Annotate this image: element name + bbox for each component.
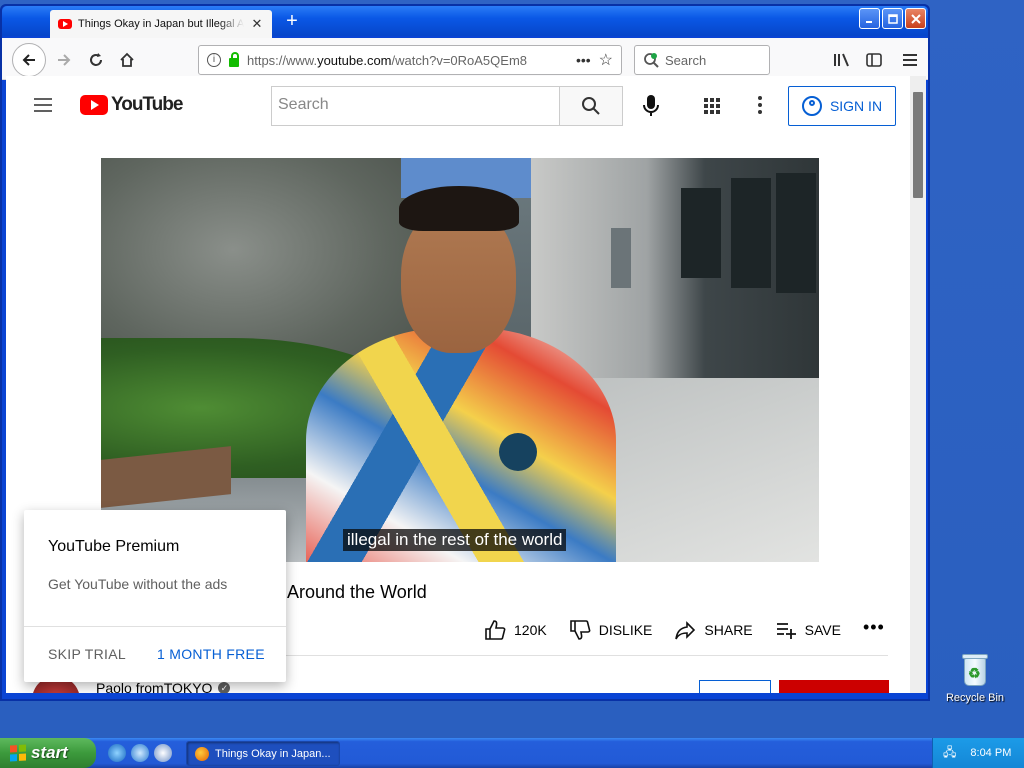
tab-close-icon[interactable]: ✕ [250,16,264,32]
bookmark-star-icon[interactable]: ☆ [599,50,613,70]
playlist-add-icon [776,623,796,639]
video-caption: illegal in the rest of the world [343,529,567,551]
start-label: start [31,743,68,762]
save-button[interactable]: SAVE [775,619,841,641]
premium-divider [24,626,286,627]
sign-in-label: SIGN IN [829,98,883,114]
firefox-icon [195,746,209,761]
search-icon [582,97,600,115]
skip-trial-button[interactable]: SKIP TRIAL [48,646,126,662]
youtube-header: YouTube Search SIGN IN [6,76,910,134]
like-count: 120K [514,622,547,638]
start-button[interactable]: start [0,738,96,768]
youtube-search-button[interactable] [559,86,623,126]
dislike-label: DISLIKE [598,622,653,638]
forward-button[interactable] [50,46,78,74]
library-icon[interactable] [828,46,856,74]
premium-promo-popup: YouTube Premium Get YouTube without the … [24,510,286,682]
recycle-bin-label: Recycle Bin [945,692,1005,704]
system-tray: 🖧 8:04 PM [932,738,1024,768]
info-icon[interactable]: i [207,53,221,67]
sign-in-button[interactable]: SIGN IN [788,86,896,126]
browser-search-box[interactable]: Search [634,45,770,75]
search-engine-icon [644,53,659,68]
media-player-icon[interactable] [154,744,172,762]
premium-title: YouTube Premium [48,538,180,555]
title-bar: Things Okay in Japan but Illegal Around … [2,6,928,38]
sidebar-toggle-icon[interactable] [860,46,888,74]
thumbs-up-icon [485,620,506,640]
url-text[interactable]: https://www.youtube.com/watch?v=0RoA5QEm… [247,53,568,68]
internet-explorer-icon[interactable] [108,744,126,762]
taskbar: start Things Okay in Japan... 🖧 8:04 PM [0,738,1024,768]
share-button[interactable]: SHARE [674,619,753,641]
subscribe-button[interactable]: SUBSCRIBE [779,680,889,693]
youtube-wordmark: YouTube [111,94,183,115]
tab-title: Things Okay in Japan but Illegal Around … [78,18,244,30]
new-tab-button[interactable]: + [280,10,304,34]
window-controls [859,8,926,29]
close-window-button[interactable] [905,8,926,29]
like-button[interactable]: 120K [484,619,547,641]
verified-check-icon: ✓ [218,682,231,693]
recycle-bin-icon: ♻ [960,652,990,688]
user-icon [801,96,822,116]
youtube-play-icon [80,95,108,115]
outlook-express-icon[interactable] [131,744,149,762]
youtube-search-input[interactable]: Search [271,86,560,126]
one-month-free-button[interactable]: 1 MONTH FREE [157,646,265,662]
back-button[interactable] [12,43,46,77]
page-actions-icon[interactable]: ••• [576,52,591,68]
video-title: Around the World [287,582,427,602]
apps-grid-icon[interactable] [704,98,720,114]
video-frame-person-hoodie [306,328,616,562]
menu-icon[interactable] [896,46,924,74]
lock-icon [229,51,239,67]
video-actions: 120K DISLIKE SHARE SAVE ••• [484,617,885,641]
browser-tab[interactable]: Things Okay in Japan but Illegal Around … [50,10,272,38]
youtube-logo[interactable]: YouTube [80,94,183,116]
navigation-toolbar: i https://www.youtube.com/watch?v=0RoA5Q… [2,38,928,80]
save-label: SAVE [804,622,841,638]
taskbar-item-firefox[interactable]: Things Okay in Japan... [186,741,340,766]
page-viewport: YouTube Search SIGN IN illegal in the re… [6,76,910,693]
scrollbar-thumb[interactable] [913,92,923,198]
windows-flag-icon [10,744,26,762]
share-label: SHARE [704,622,753,638]
youtube-favicon-icon [58,19,72,29]
guide-menu-icon[interactable] [34,98,52,112]
share-icon [675,621,696,640]
video-frame-person-hair [399,186,519,231]
join-button[interactable]: JOIN [699,680,771,693]
home-button[interactable] [113,46,141,74]
recycle-bin[interactable]: ♻ Recycle Bin [940,652,1010,704]
premium-subtitle: Get YouTube without the ads [48,576,228,592]
page-scrollbar[interactable] [910,76,926,693]
microphone-icon[interactable] [642,94,660,118]
minimize-button[interactable] [859,8,880,29]
network-icon[interactable]: 🖧 [943,743,956,764]
taskbar-item-label: Things Okay in Japan... [215,747,331,760]
more-actions-icon[interactable]: ••• [863,617,885,638]
video-frame-jumpman-logo [499,433,537,471]
reload-button[interactable] [82,46,110,74]
address-bar[interactable]: i https://www.youtube.com/watch?v=0RoA5Q… [198,45,622,75]
dislike-button[interactable]: DISLIKE [569,619,653,641]
thumbs-down-icon [569,620,591,640]
clock[interactable]: 8:04 PM [970,747,1011,759]
browser-search-placeholder: Search [665,52,707,68]
maximize-button[interactable] [882,8,903,29]
video-player[interactable]: illegal in the rest of the world [101,158,819,562]
settings-more-icon[interactable] [758,96,762,117]
